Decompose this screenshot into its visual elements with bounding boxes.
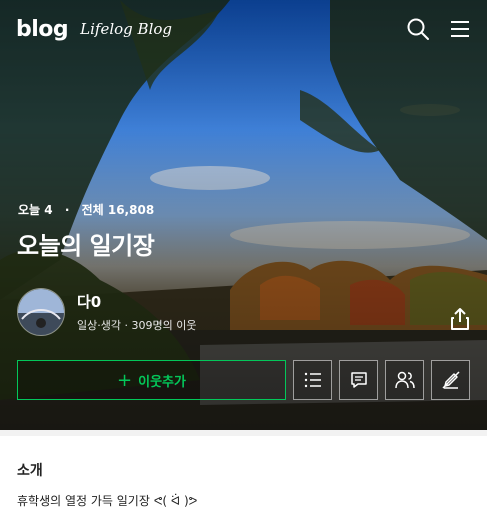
share-icon[interactable] — [447, 306, 473, 332]
total-label: 전체 — [81, 203, 104, 217]
neighbors-icon — [394, 371, 415, 389]
top-bar: blog Lifelog Blog — [16, 14, 473, 44]
intro-text: 휴학생의 열정 가득 일기장 ᕙ( ᐛ )ᕗ — [17, 494, 198, 508]
blog-title: 오늘의 일기장 — [17, 232, 155, 260]
search-icon[interactable] — [405, 16, 431, 42]
profile-name[interactable]: 다0 — [77, 291, 196, 312]
today-value: 4 — [44, 203, 53, 217]
edit-off-button[interactable] — [431, 360, 470, 400]
blog-cover: blog Lifelog Blog 오늘 4 · 전체 16,808 오늘의 일… — [0, 0, 487, 430]
plus-icon: + — [117, 369, 133, 391]
profile-meta: 일상·생각 · 309명의 이웃 — [77, 319, 197, 332]
intro-title: 소개 — [17, 463, 43, 479]
lifelog-blog-label[interactable]: Lifelog Blog — [80, 20, 172, 38]
today-label: 오늘 — [18, 203, 41, 217]
profile-info: 다0 일상·생각 · 309명의 이웃 — [77, 291, 196, 333]
top-icons — [405, 16, 473, 42]
list-icon — [304, 372, 321, 388]
blog-logo[interactable]: blog — [16, 17, 69, 42]
profile[interactable]: 다0 일상·생각 · 309명의 이웃 — [17, 288, 196, 336]
stats-separator: · — [64, 203, 70, 217]
visitor-stats: 오늘 4 · 전체 16,808 — [18, 201, 154, 218]
comment-button[interactable] — [339, 360, 378, 400]
neighbors-button[interactable] — [385, 360, 424, 400]
list-button[interactable] — [293, 360, 332, 400]
avatar[interactable] — [17, 288, 65, 336]
add-neighbor-label: 이웃추가 — [138, 374, 186, 390]
add-neighbor-button[interactable]: + 이웃추가 — [17, 360, 286, 400]
action-bar: + 이웃추가 — [17, 360, 470, 400]
total-value: 16,808 — [107, 203, 155, 217]
comment-icon — [350, 372, 367, 388]
edit-off-icon — [441, 371, 460, 389]
menu-icon[interactable] — [447, 16, 473, 42]
intro-section: 소개 휴학생의 열정 가득 일기장 ᕙ( ᐛ )ᕗ — [0, 430, 487, 531]
